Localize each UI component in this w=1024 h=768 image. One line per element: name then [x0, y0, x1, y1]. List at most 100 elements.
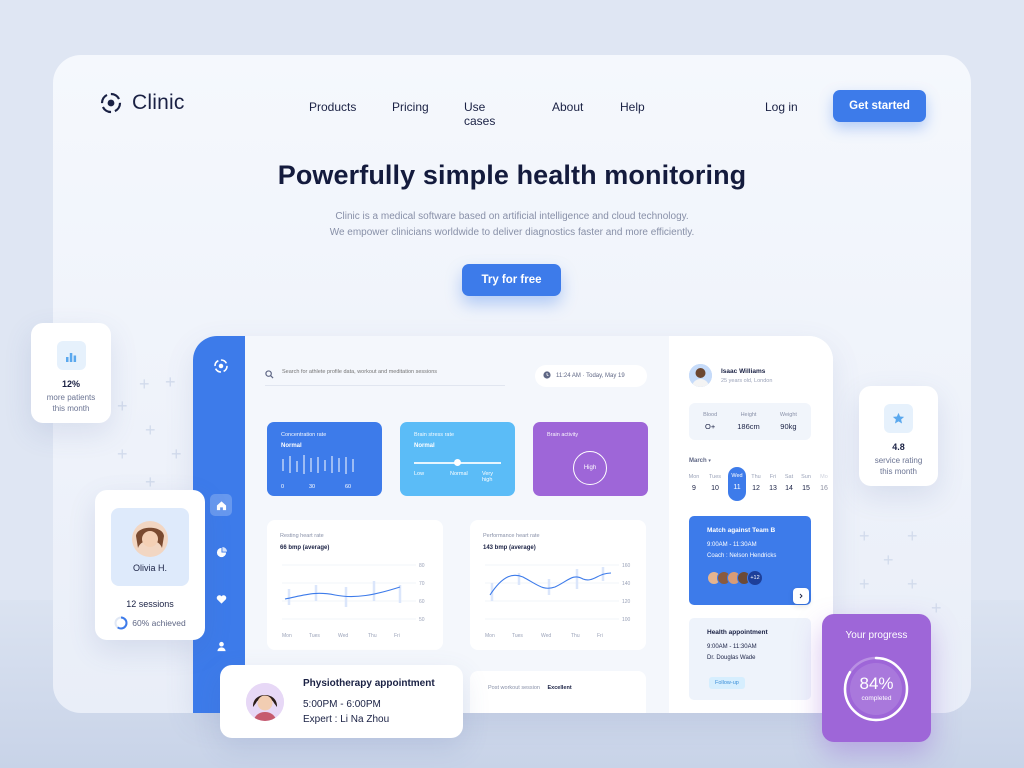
metric-status: Normal [414, 443, 435, 449]
more-participants-badge: +12 [747, 570, 763, 586]
appointment-time: 5:00PM - 6:00PM [303, 699, 381, 710]
progress-text: 60% achieved [132, 618, 186, 628]
physiotherapy-appointment-card[interactable]: Physiotherapy appointment 5:00PM - 6:00P… [220, 665, 463, 738]
hero-title: Powerfully simple health monitoring [277, 160, 747, 190]
tick-label: 60 [345, 484, 352, 490]
pie-chart-icon[interactable] [210, 541, 232, 563]
tick-label: Very high [482, 471, 494, 483]
chart-subtitle: 66 bmp (average) [280, 545, 330, 551]
athlete-detail: 25 years old, London [721, 377, 773, 384]
appointment-expert: Expert : Li Na Zhou [303, 714, 390, 725]
brand-logo[interactable]: Clinic [99, 91, 185, 115]
post-workout-card[interactable]: Post workout session Excellent [470, 671, 646, 713]
event-doctor: Dr. Douglas Wade [707, 655, 756, 661]
event-title: Health appointment [707, 629, 768, 636]
concentration-ticks: 0 30 60 [281, 484, 368, 492]
get-started-button[interactable]: Get started [833, 90, 926, 122]
x-tick-label: Fri [394, 633, 400, 639]
search-input[interactable] [282, 366, 502, 375]
month-selector[interactable]: March ▾ [689, 458, 711, 464]
x-tick-label: Tues [309, 633, 320, 639]
dashboard-main: 11:24 AM · Today, May 19 Concentration r… [245, 336, 669, 713]
calendar-day[interactable]: Mon 9 [685, 468, 703, 492]
nav-link-products[interactable]: Products [309, 100, 356, 114]
progress-title: Your progress [845, 630, 908, 641]
stat-value: 90kg [780, 422, 797, 431]
x-tick-label: Mon [282, 633, 292, 639]
stat-blood: Blood O+ [703, 412, 717, 431]
stat-caption: service rating this month [859, 455, 938, 477]
resting-heart-rate-card[interactable]: Resting heart rate 66 bmp (average) 80 7… [267, 520, 443, 650]
nav-link-help[interactable]: Help [620, 100, 645, 114]
dashboard-right-panel: Isaac Williams 25 years old, London Bloo… [669, 336, 833, 713]
brain-activity-card[interactable]: Brain activity High [533, 422, 648, 496]
participant-avatars: +12 [707, 570, 793, 586]
brain-stress-card[interactable]: Brain stress rate Normal Low Normal Very… [400, 422, 515, 496]
y-tick-label: 70 [419, 581, 425, 587]
heart-icon[interactable] [210, 588, 232, 610]
y-tick-label: 60 [419, 599, 425, 605]
stat-value: 12% [61, 379, 80, 389]
patient-name: Olivia H. [132, 563, 167, 573]
chart-subtitle: 143 bmp (average) [483, 545, 536, 551]
tick-label: Low [414, 471, 425, 477]
hero-subtitle-line-2: We empower clinicians worldwide to deliv… [329, 227, 695, 238]
metric-status: Normal [281, 443, 302, 449]
calendar-day[interactable]: Mo 16 [815, 468, 833, 492]
time-text: 11:24 AM · Today, May 19 [556, 373, 625, 379]
performance-heart-rate-card[interactable]: Performance heart rate 143 bmp (average)… [470, 520, 646, 650]
athlete-profile[interactable]: Isaac Williams 25 years old, London [689, 364, 772, 387]
week-calendar: Mon 9 Tues 10 Wed 11 Thu 12 Fri 13 Sat 14 Sun 1… [685, 467, 833, 504]
calendar-day[interactable]: Tues 10 [706, 468, 724, 492]
y-tick-label: 120 [622, 599, 631, 605]
y-tick-label: 80 [419, 563, 425, 569]
y-tick-label: 100 [622, 617, 631, 623]
dashboard-preview: 11:24 AM · Today, May 19 Concentration r… [193, 336, 833, 713]
chevron-down-icon: ▾ [708, 458, 711, 464]
nav-link-about[interactable]: About [552, 100, 583, 114]
top-navigation: Clinic Products Pricing Use cases About … [53, 55, 971, 155]
user-icon[interactable] [210, 635, 232, 657]
y-tick-label: 140 [622, 581, 631, 587]
try-for-free-button[interactable]: Try for free [462, 264, 561, 296]
hero-subtitle: Clinic is a medical software based on ar… [53, 209, 971, 241]
nav-link-use-cases[interactable]: Use cases [464, 100, 495, 128]
appointment-title: Physiotherapy appointment [303, 678, 435, 689]
your-progress-card[interactable]: Your progress 84% completed [822, 614, 931, 742]
avatar [246, 683, 284, 721]
event-card-health[interactable]: Health appointment 9:00AM - 11:30AM Dr. … [689, 618, 811, 700]
home-icon[interactable] [210, 494, 232, 516]
performance-chart: 160 140 120 100 Mon Tues Wed Thu Fri [485, 563, 631, 639]
patient-card-olivia[interactable]: Olivia H. 12 sessions 60% achieved [95, 490, 205, 640]
brain-activity-ring: High [573, 451, 607, 485]
tick-label: 30 [309, 484, 316, 490]
follow-up-tag[interactable]: Follow-up [709, 677, 745, 689]
brain-activity-value: High [583, 465, 597, 471]
stat-weight: Weight 90kg [780, 412, 797, 431]
nav-link-pricing[interactable]: Pricing [392, 100, 429, 114]
chevron-right-icon[interactable] [793, 588, 809, 604]
metric-title: Brain activity [547, 432, 579, 438]
patients-stat-card: 12% more patients this month [31, 323, 111, 423]
calendar-day[interactable]: Sat 14 [780, 468, 798, 492]
calendar-day[interactable]: Thu 12 [747, 468, 765, 492]
avatar [689, 364, 712, 387]
login-link[interactable]: Log in [765, 100, 798, 114]
resting-chart: 80 70 60 50 Mon Tues Wed Thu Fri [282, 563, 425, 639]
athlete-stats: Blood O+ Height 186cm Weight 90kg [689, 403, 811, 440]
stress-knob [454, 459, 461, 466]
y-tick-label: 50 [419, 617, 425, 623]
calendar-day-selected[interactable]: Wed 11 [728, 467, 746, 501]
metric-title: Brain stress rate [414, 432, 455, 438]
stat-label: Weight [779, 412, 797, 418]
post-workout-label: Post workout session [488, 685, 540, 691]
dashboard-search [265, 366, 505, 386]
stat-label: Height [740, 412, 757, 418]
y-tick-label: 160 [622, 563, 631, 569]
month-label: March [689, 458, 707, 464]
calendar-day[interactable]: Sun 15 [797, 468, 815, 492]
progress-value: 84% [859, 674, 894, 693]
concentration-card[interactable]: Concentration rate Normal 0 30 60 [267, 422, 382, 496]
stat-height: Height 186cm [737, 412, 760, 431]
hero-subtitle-line-1: Clinic is a medical software based on ar… [335, 211, 689, 222]
